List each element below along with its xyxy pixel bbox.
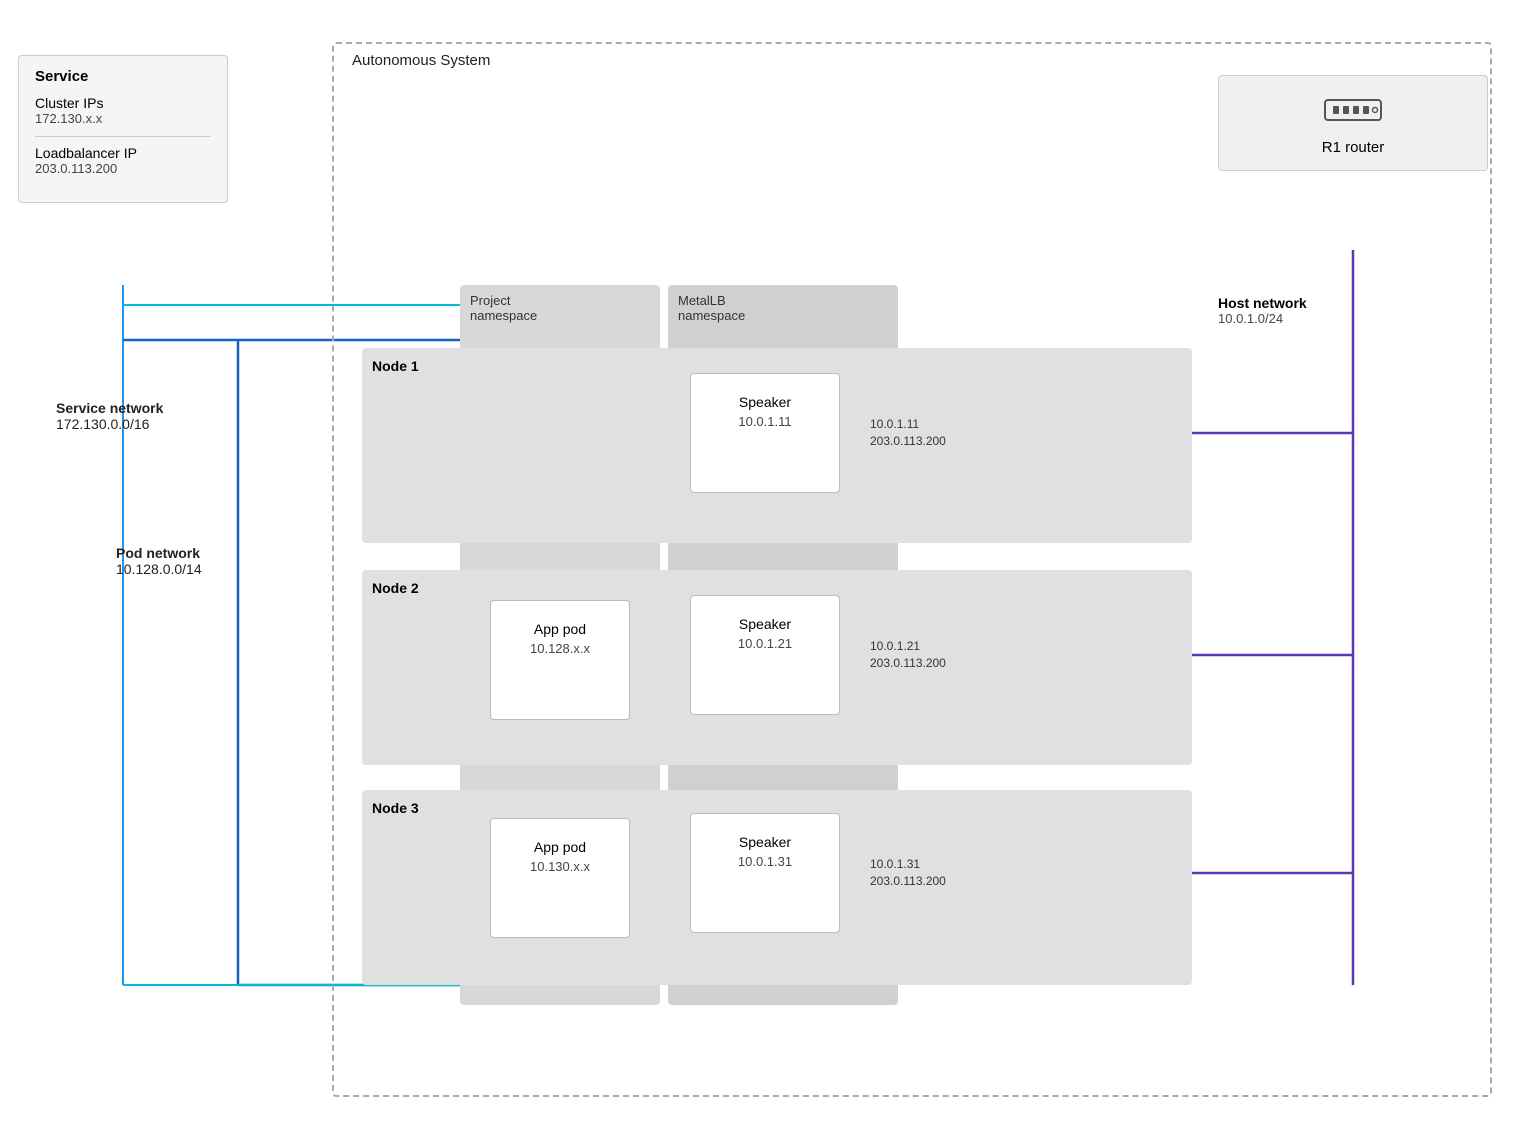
app3-name: App pod — [501, 839, 619, 855]
pod-network-title: Pod network — [116, 545, 202, 561]
app3-ip: 10.130.x.x — [501, 859, 619, 874]
speaker2-ip: 10.0.1.21 — [701, 636, 829, 651]
lb-ip-value: 203.0.113.200 — [35, 161, 211, 176]
app-pod-node3-box: App pod 10.130.x.x — [490, 818, 630, 938]
bgp-label-node3: 10.0.1.31 203.0.113.200 — [870, 856, 946, 890]
cluster-ips-value: 172.130.x.x — [35, 111, 211, 126]
namespace-metallb-label: MetalLB namespace — [668, 285, 755, 323]
speaker1-name: Speaker — [701, 394, 829, 410]
speaker1-ip: 10.0.1.11 — [701, 414, 829, 429]
bgp-node2-ip2: 203.0.113.200 — [870, 656, 946, 670]
node3-label: Node 3 — [372, 800, 419, 816]
service-divider — [35, 136, 211, 137]
service-item-cluster-ips: Cluster IPs 172.130.x.x — [35, 95, 211, 126]
node2-label: Node 2 — [372, 580, 419, 596]
speaker-node2-box: Speaker 10.0.1.21 — [690, 595, 840, 715]
service-network-title: Service network — [56, 400, 163, 416]
router-icon — [1239, 94, 1467, 133]
cluster-ips-label: Cluster IPs — [35, 95, 211, 111]
namespace-project-label: Project namespace — [460, 285, 547, 323]
bgp-node3-ip2: 203.0.113.200 — [870, 874, 946, 888]
host-network-title: Host network — [1218, 295, 1307, 311]
service-title: Service — [35, 68, 211, 85]
router-label: R1 router — [1239, 139, 1467, 156]
bgp-label-node1: 10.0.1.11 203.0.113.200 — [870, 416, 946, 450]
bgp-node2-ip1: 10.0.1.21 — [870, 639, 920, 653]
speaker2-name: Speaker — [701, 616, 829, 632]
service-network-cidr: 172.130.0.0/16 — [56, 416, 149, 432]
service-network-label: Service network 172.130.0.0/16 — [56, 400, 163, 432]
bgp-label-node2: 10.0.1.21 203.0.113.200 — [870, 638, 946, 672]
app2-ip: 10.128.x.x — [501, 641, 619, 656]
bgp-node1-ip2: 203.0.113.200 — [870, 434, 946, 448]
bgp-node1-ip1: 10.0.1.11 — [870, 417, 919, 431]
speaker-node3-box: Speaker 10.0.1.31 — [690, 813, 840, 933]
diagram-container: Service Cluster IPs 172.130.x.x Loadbala… — [0, 0, 1520, 1138]
service-box: Service Cluster IPs 172.130.x.x Loadbala… — [18, 55, 228, 203]
pod-network-cidr: 10.128.0.0/14 — [116, 561, 202, 577]
host-network-label: Host network 10.0.1.0/24 — [1218, 295, 1307, 326]
speaker-node1-box: Speaker 10.0.1.11 — [690, 373, 840, 493]
speaker3-ip: 10.0.1.31 — [701, 854, 829, 869]
bgp-node3-ip1: 10.0.1.31 — [870, 857, 920, 871]
host-network-cidr: 10.0.1.0/24 — [1218, 311, 1307, 326]
speaker3-name: Speaker — [701, 834, 829, 850]
service-item-lb: Loadbalancer IP 203.0.113.200 — [35, 145, 211, 176]
router-box: R1 router — [1218, 75, 1488, 171]
lb-ip-label: Loadbalancer IP — [35, 145, 211, 161]
node1-label: Node 1 — [372, 358, 419, 374]
pod-network-label: Pod network 10.128.0.0/14 — [116, 545, 202, 577]
app-pod-node2-box: App pod 10.128.x.x — [490, 600, 630, 720]
app2-name: App pod — [501, 621, 619, 637]
autonomous-system-label: Autonomous System — [352, 52, 490, 69]
